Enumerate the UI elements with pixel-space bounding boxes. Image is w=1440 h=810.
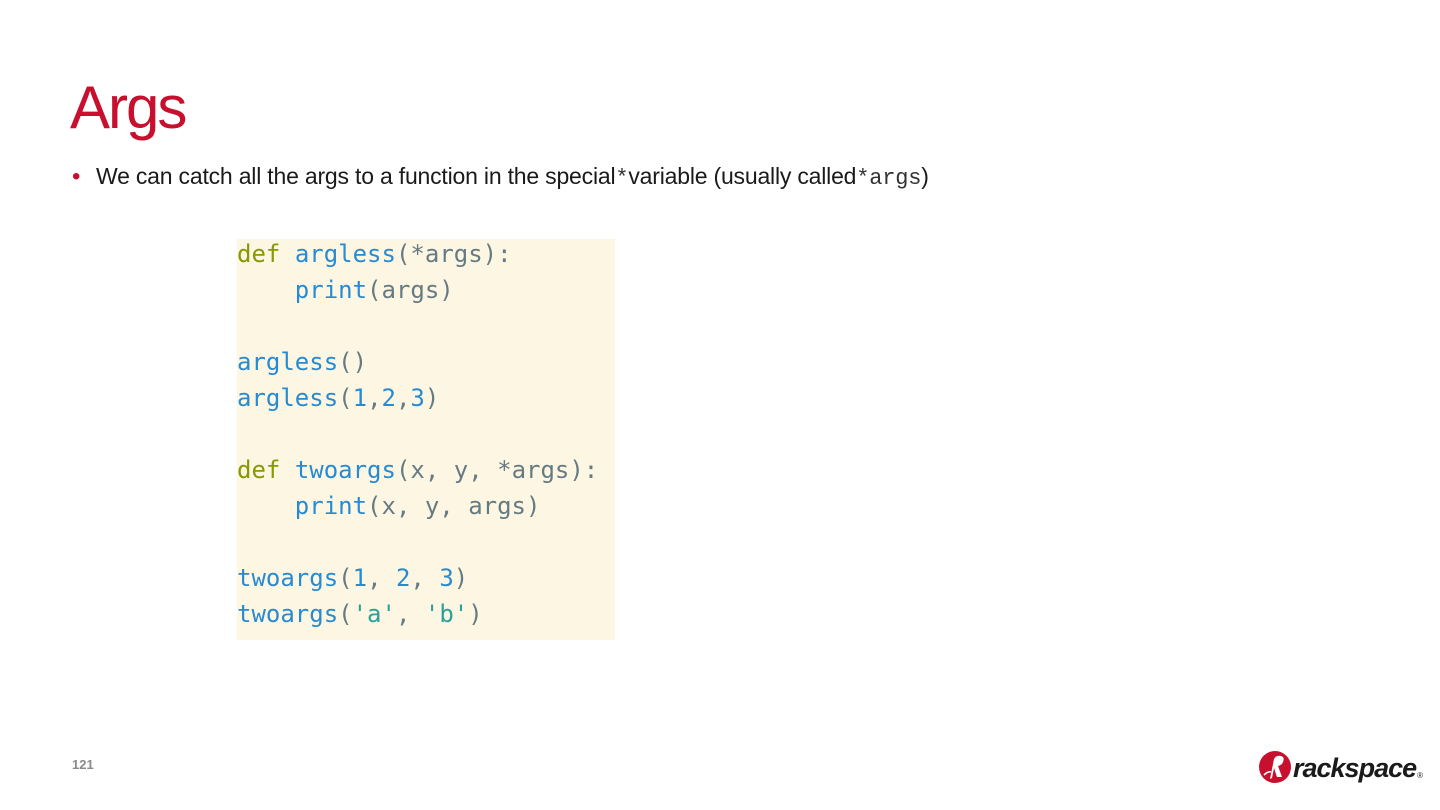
code-token: def — [237, 240, 281, 268]
code-content: def argless(*args): print(args) argless()… — [237, 236, 615, 632]
code-token: 'a' — [352, 600, 396, 628]
code-token: ) — [468, 600, 483, 628]
code-token: , — [367, 384, 382, 412]
bullet-code-args: *args — [856, 166, 922, 191]
code-token: (x, y, args) — [367, 492, 541, 520]
code-token: , — [367, 564, 396, 592]
code-line: def twoargs(x, y, *args): — [237, 452, 615, 488]
bullet-text-middle: variable (usually called — [628, 163, 857, 189]
code-token: 1 — [352, 564, 368, 592]
code-token: ( — [338, 564, 353, 592]
code-block: def argless(*args): print(args) argless()… — [237, 239, 615, 640]
code-token: print — [294, 276, 368, 304]
code-token: 3 — [410, 384, 425, 412]
code-line: twoargs(1, 2, 3) — [237, 560, 615, 596]
code-token: print — [294, 492, 368, 520]
code-token: twoargs — [237, 600, 339, 628]
logo-text: rackspace — [1293, 752, 1417, 783]
code-token: twoargs — [237, 564, 339, 592]
code-token: , — [410, 564, 440, 592]
code-line: print(args) — [237, 272, 615, 308]
code-token: ) — [424, 384, 440, 412]
code-line: print(x, y, args) — [237, 488, 615, 524]
code-token: 2 — [395, 564, 411, 592]
code-token: 'b' — [424, 600, 469, 628]
code-token: ) — [453, 564, 469, 592]
bullet-text-after: ) — [921, 163, 929, 189]
code-line: argless() — [237, 344, 615, 380]
code-token: 3 — [439, 564, 454, 592]
page-number: 121 — [72, 757, 94, 772]
slide-title: Args — [70, 74, 187, 141]
code-token: (*args): — [395, 240, 512, 268]
code-token: , — [395, 384, 411, 412]
code-line: twoargs('a', 'b') — [237, 596, 615, 632]
logo-registered-mark: ® — [1417, 770, 1424, 780]
code-token: def — [237, 456, 281, 484]
code-token: ( — [338, 384, 353, 412]
code-token: (x, y, *args): — [395, 456, 599, 484]
bullet-dot-icon: • — [72, 163, 81, 190]
code-line: argless(1,2,3) — [237, 380, 615, 416]
code-token: argless — [237, 384, 339, 412]
code-token: ( — [338, 600, 353, 628]
code-token: 1 — [352, 384, 368, 412]
bullet-code-star: * — [615, 166, 629, 191]
code-token: argless — [294, 240, 396, 268]
bullet-text-before: We can catch all the args to a function … — [96, 163, 616, 189]
code-token: argless — [237, 348, 339, 376]
code-token: (args) — [367, 276, 454, 304]
code-line: def argless(*args): — [237, 236, 615, 272]
code-token: 2 — [381, 384, 396, 412]
rackspace-logo: rackspace ® — [1258, 748, 1423, 786]
code-token: twoargs — [294, 456, 396, 484]
code-token: () — [338, 348, 368, 376]
rackspace-logo-icon — [1259, 751, 1291, 783]
code-token: , — [395, 600, 425, 628]
bullet-point: • We can catch all the args to a functio… — [72, 161, 929, 194]
